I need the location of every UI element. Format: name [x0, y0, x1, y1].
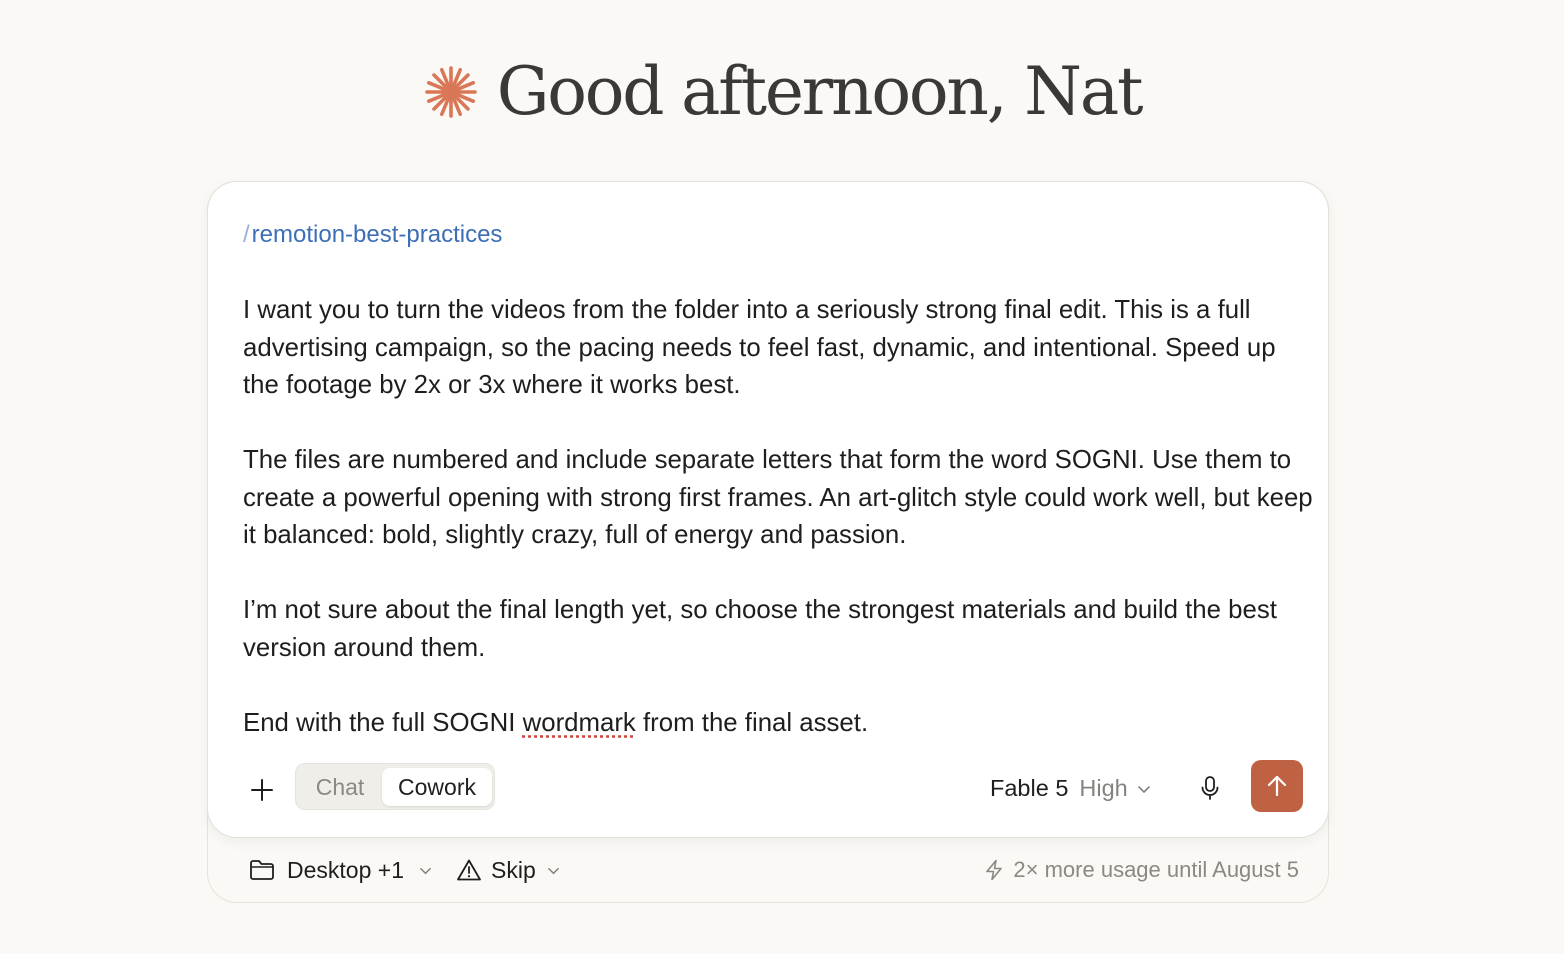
message-paragraph: The files are numbered and include separ… [243, 446, 1313, 549]
usage-text: 2× more usage until August 5 [1013, 857, 1299, 882]
arrow-up-icon [1267, 775, 1287, 797]
command-slash: / [243, 221, 250, 248]
sparkle-asterisk-icon [424, 66, 477, 118]
model-selector[interactable]: Fable 5 High [990, 768, 1152, 808]
misspelled-word[interactable]: wordmark [523, 709, 636, 737]
add-attachment-button[interactable] [240, 768, 284, 812]
mode-cowork-tab[interactable]: Cowork [382, 768, 492, 806]
model-name: Fable 5 [990, 774, 1069, 801]
folder-icon [250, 860, 274, 880]
message-paragraph: I want you to turn the videos from the f… [243, 296, 1276, 399]
mode-chat-tab[interactable]: Chat [302, 768, 378, 806]
plus-icon [251, 779, 273, 801]
permission-selector[interactable]: Skip [456, 852, 561, 888]
usage-notice: 2× more usage until August 5 [984, 852, 1299, 888]
text-segment: End with the full SOGNI [243, 708, 523, 737]
composer-card[interactable]: /remotion-best-practices I want you to t… [207, 181, 1329, 838]
mode-toggle: Chat Cowork [295, 763, 495, 810]
folder-label: Desktop +1 [287, 856, 404, 883]
folder-selector[interactable]: Desktop +1 [249, 852, 433, 888]
greeting-text: Good afternoon, Nat [496, 53, 1144, 130]
permission-label: Skip [491, 856, 536, 883]
chevron-down-icon [1137, 786, 1150, 793]
microphone-icon [1201, 776, 1219, 800]
send-button[interactable] [1251, 760, 1303, 812]
composer-toolbar: Chat Cowork Fable 5 High [208, 760, 1328, 812]
message-paragraph-last: End with the full SOGNI wordmark from th… [243, 705, 1318, 743]
greeting-header: Good afternoon, Nat [0, 52, 1564, 132]
chevron-down-icon [547, 867, 559, 874]
lightning-icon [986, 859, 1003, 881]
message-paragraph: I’m not sure about the final length yet,… [243, 596, 1277, 662]
voice-input-button[interactable] [1190, 768, 1230, 808]
slash-command: /remotion-best-practices [243, 218, 502, 252]
model-effort: High [1079, 774, 1128, 801]
command-name: remotion-best-practices [251, 221, 503, 248]
chevron-down-icon [420, 867, 431, 874]
warning-triangle-icon [457, 859, 481, 881]
composer-footer: Desktop +1 Skip 2× more usage until Augu… [207, 838, 1329, 902]
text-segment: from the final asset. [635, 708, 869, 737]
message-input[interactable]: I want you to turn the videos from the f… [243, 292, 1318, 742]
